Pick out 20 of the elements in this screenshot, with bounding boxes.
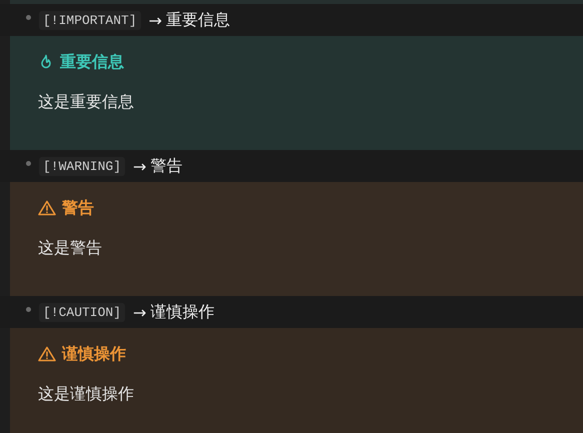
list-text: 谨慎操作 (150, 302, 214, 322)
list-text: 警告 (150, 156, 182, 176)
bullet-icon (26, 306, 31, 312)
callout-title: 重要信息 (60, 52, 124, 72)
arrow-text: → (148, 10, 162, 30)
callout-title: 警告 (62, 198, 94, 218)
list-text: 重要信息 (166, 10, 230, 30)
code-tag: [!IMPORTANT] (39, 10, 141, 30)
warning-icon (38, 346, 56, 362)
callout-text: 这是重要信息 (38, 92, 135, 113)
arrow-text: → (133, 156, 146, 176)
bullet-icon (26, 160, 31, 166)
callout-title: 谨慎操作 (62, 344, 126, 364)
warning-icon (38, 200, 56, 216)
callout-text: 这是警告 (38, 238, 103, 259)
callout-text: 这是谨慎操作 (38, 384, 135, 405)
code-tag: [!WARNING] (39, 156, 126, 176)
bullet-icon (26, 14, 31, 20)
code-tag: [!CAUTION] (39, 302, 126, 322)
arrow-text: → (133, 302, 146, 322)
